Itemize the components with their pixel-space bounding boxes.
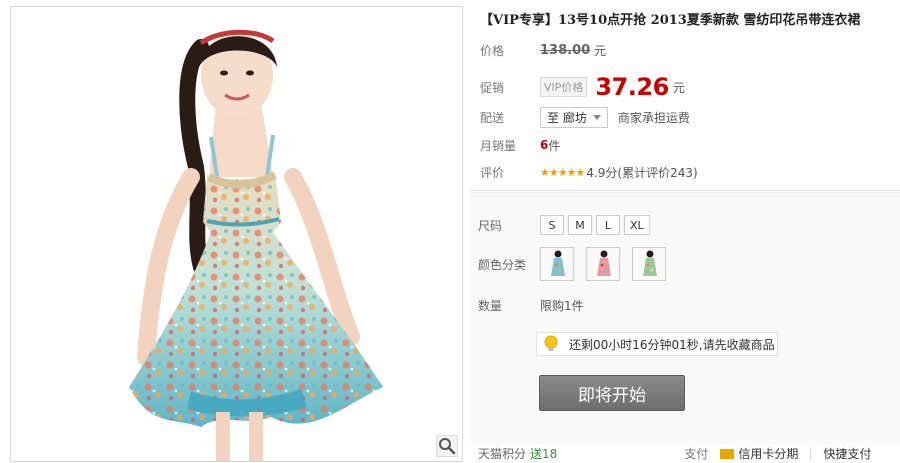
quantity-label: 数量 [478, 299, 503, 313]
divider [810, 446, 812, 461]
dress-thumbnail-green [633, 248, 665, 280]
shipping-note: 商家承担运费 [617, 110, 690, 125]
sales-unit: 件 [548, 138, 561, 153]
dress-thumbnail-blue [541, 248, 573, 280]
size-row: 尺码 S M L XL [478, 215, 654, 235]
coming-soon-button[interactable]: 即将开始 [539, 375, 685, 411]
express-pay-link[interactable]: 快捷支付 [823, 445, 871, 462]
promo-price: 37.26 [595, 73, 669, 101]
price-currency: 元 [594, 43, 607, 58]
size-option-xl[interactable]: XL [624, 215, 650, 235]
original-price: 138.00 [540, 42, 591, 58]
countdown-notice: 还剩00小时16分钟01秒,请先收藏商品 [536, 332, 778, 356]
shipping-label: 配送 [480, 110, 505, 125]
price-row: 价格 138.00 元 [480, 40, 606, 60]
points-label: 天猫积分 [478, 447, 527, 461]
shipping-destination: 至 廊坊 [547, 110, 587, 125]
color-row: 颜色分类 [478, 247, 678, 281]
footer-row: 天猫积分 送18 支付 信用卡分期 快捷支付 [470, 444, 900, 463]
rating-label: 评价 [480, 165, 505, 180]
lightbulb-icon [543, 335, 559, 353]
color-swatch-blue[interactable] [540, 247, 574, 281]
price-box: 价格 138.00 元 促销 VIP价格 37.26 元 配送 至 廊坊 商家承… [470, 34, 900, 191]
purchase-limit: 限购1件 [540, 299, 584, 313]
magnifier-icon [439, 438, 456, 455]
product-title: 【VIP专享】13号10点开抢 2013夏季新款 雪纺印花吊带连衣裙 [480, 13, 861, 28]
countdown-text: 还剩00小时16分钟01秒,请先收藏商品 [569, 337, 775, 352]
shipping-destination-select[interactable]: 至 廊坊 [540, 106, 608, 128]
credit-card-icon [720, 448, 735, 459]
price-label: 价格 [480, 43, 505, 58]
shipping-row: 配送 至 廊坊 商家承担运费 [480, 106, 690, 128]
vip-price-tag: VIP价格 [540, 77, 588, 97]
quantity-row: 数量 限购1件 [478, 297, 584, 314]
chevron-down-icon [592, 114, 601, 120]
sku-options: 尺码 S M L XL 颜色分类 数量 限购1件 [470, 192, 900, 444]
sales-count: 6 [540, 138, 549, 152]
promo-currency: 元 [672, 80, 685, 95]
pay-label: 支付 [684, 447, 709, 461]
promo-label: 促销 [480, 80, 505, 95]
sales-label: 月销量 [480, 138, 517, 153]
credit-installment-link[interactable]: 信用卡分期 [738, 445, 798, 462]
zoom-button[interactable] [436, 435, 458, 457]
size-option-s[interactable]: S [540, 215, 564, 235]
size-option-m[interactable]: M [568, 215, 592, 235]
size-label: 尺码 [478, 218, 503, 233]
product-image-gallery[interactable] [10, 6, 463, 462]
color-swatch-pink[interactable] [586, 247, 620, 281]
points-value: 送18 [530, 447, 558, 461]
rating-text[interactable]: 4.9分(累计评价243) [586, 164, 697, 181]
dress-thumbnail-pink [587, 248, 619, 280]
rating-row: 评价 ★★★★★ 4.9分(累计评价243) [480, 162, 698, 182]
product-photo [11, 7, 462, 461]
color-swatch-green[interactable] [632, 247, 666, 281]
rating-stars-icon: ★★★★★ [540, 165, 585, 179]
color-label: 颜色分类 [478, 257, 527, 272]
size-option-l[interactable]: L [596, 215, 620, 235]
sales-row: 月销量 6 件 [480, 135, 560, 155]
promo-row: 促销 VIP价格 37.26 元 [480, 73, 685, 101]
